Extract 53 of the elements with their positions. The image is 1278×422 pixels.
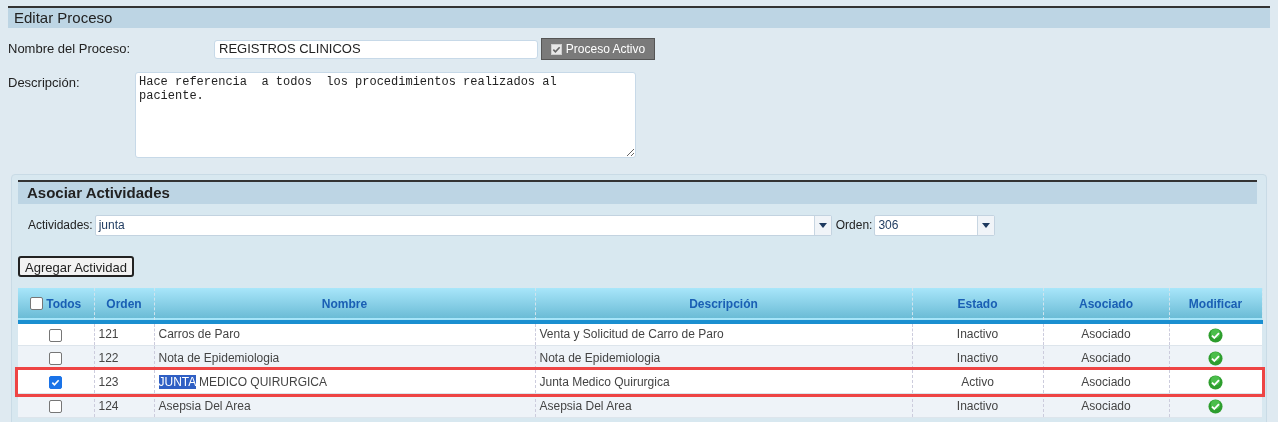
table-cell: Inactivo bbox=[956, 350, 999, 365]
table-cell: Asociado bbox=[1081, 350, 1131, 365]
table-cell: Asepsia Del Area bbox=[539, 398, 632, 413]
table-cell: Junta Medico Quirurgica bbox=[539, 374, 670, 389]
process-name-field[interactable]: REGISTROS CLINICOS bbox=[214, 39, 538, 59]
column-header: Todos bbox=[46, 295, 82, 313]
activities-combobox[interactable]: junta bbox=[94, 214, 832, 236]
table-cell: 123 bbox=[98, 374, 119, 389]
column-header: Estado bbox=[957, 296, 998, 311]
row-checkbox[interactable] bbox=[49, 399, 63, 413]
add-activity-button[interactable]: Agregar Actividad bbox=[18, 256, 134, 277]
select-all-checkbox[interactable] bbox=[30, 297, 44, 310]
table-cell: Carros de Paro bbox=[158, 327, 240, 342]
check-icon[interactable] bbox=[1208, 374, 1224, 390]
table-cell: Nota de Epidemiologia bbox=[158, 350, 280, 365]
column-header: Descripción bbox=[689, 296, 758, 311]
table-cell: Asociado bbox=[1081, 374, 1131, 389]
field-label: Actividades: bbox=[28, 217, 93, 234]
dropdown-button[interactable] bbox=[813, 215, 831, 235]
check-icon[interactable] bbox=[1208, 350, 1224, 366]
dropdown-button[interactable] bbox=[977, 215, 995, 235]
active-toggle-button[interactable]: Proceso Activo bbox=[541, 38, 655, 60]
column-header: Orden bbox=[106, 296, 142, 311]
column-header: Asociado bbox=[1079, 296, 1133, 311]
table-cell: Nota de Epidemiologia bbox=[539, 350, 661, 365]
field-label: Orden: bbox=[835, 217, 873, 234]
section-title: Editar Proceso bbox=[14, 7, 113, 28]
section-title: Asociar Actividades bbox=[27, 182, 170, 203]
table-cell: Asociado bbox=[1081, 327, 1131, 342]
column-header: Modificar bbox=[1188, 296, 1243, 311]
order-select[interactable]: 306 bbox=[874, 214, 996, 236]
caret-icon bbox=[982, 222, 991, 228]
table-cell: Activo bbox=[961, 374, 994, 389]
field-label: Descripción: bbox=[8, 74, 81, 92]
row-checkbox[interactable] bbox=[49, 328, 63, 342]
table-cell: Inactivo bbox=[956, 398, 999, 413]
table-cell: Asepsia Del Area bbox=[158, 398, 251, 413]
table-cell: Asociado bbox=[1081, 398, 1131, 413]
table-cell: 121 bbox=[98, 327, 119, 342]
check-icon[interactable] bbox=[1208, 398, 1224, 414]
column-header: Nombre bbox=[321, 296, 368, 311]
table-cell: Inactivo bbox=[956, 327, 999, 342]
row-checkbox[interactable] bbox=[49, 375, 63, 389]
table-cell: JUNTA MEDICO QUIRURGICA bbox=[158, 374, 327, 389]
description-field[interactable]: Hace referencia a todos los procedimientos realizados al paciente. bbox=[135, 72, 636, 158]
row-checkbox[interactable] bbox=[49, 351, 63, 365]
field-label: Nombre del Proceso: bbox=[8, 40, 132, 59]
table-cell: 124 bbox=[98, 398, 119, 413]
table-cell: Venta y Solicitud de Carro de Paro bbox=[539, 327, 724, 342]
table-cell: 122 bbox=[98, 350, 119, 365]
caret-icon bbox=[818, 222, 827, 228]
table-row[interactable]: 123 JUNTA MEDICO QUIRURGICA Junta Medico Quirurgica Activo Asociado bbox=[18, 369, 1262, 394]
check-icon[interactable] bbox=[1208, 327, 1224, 343]
